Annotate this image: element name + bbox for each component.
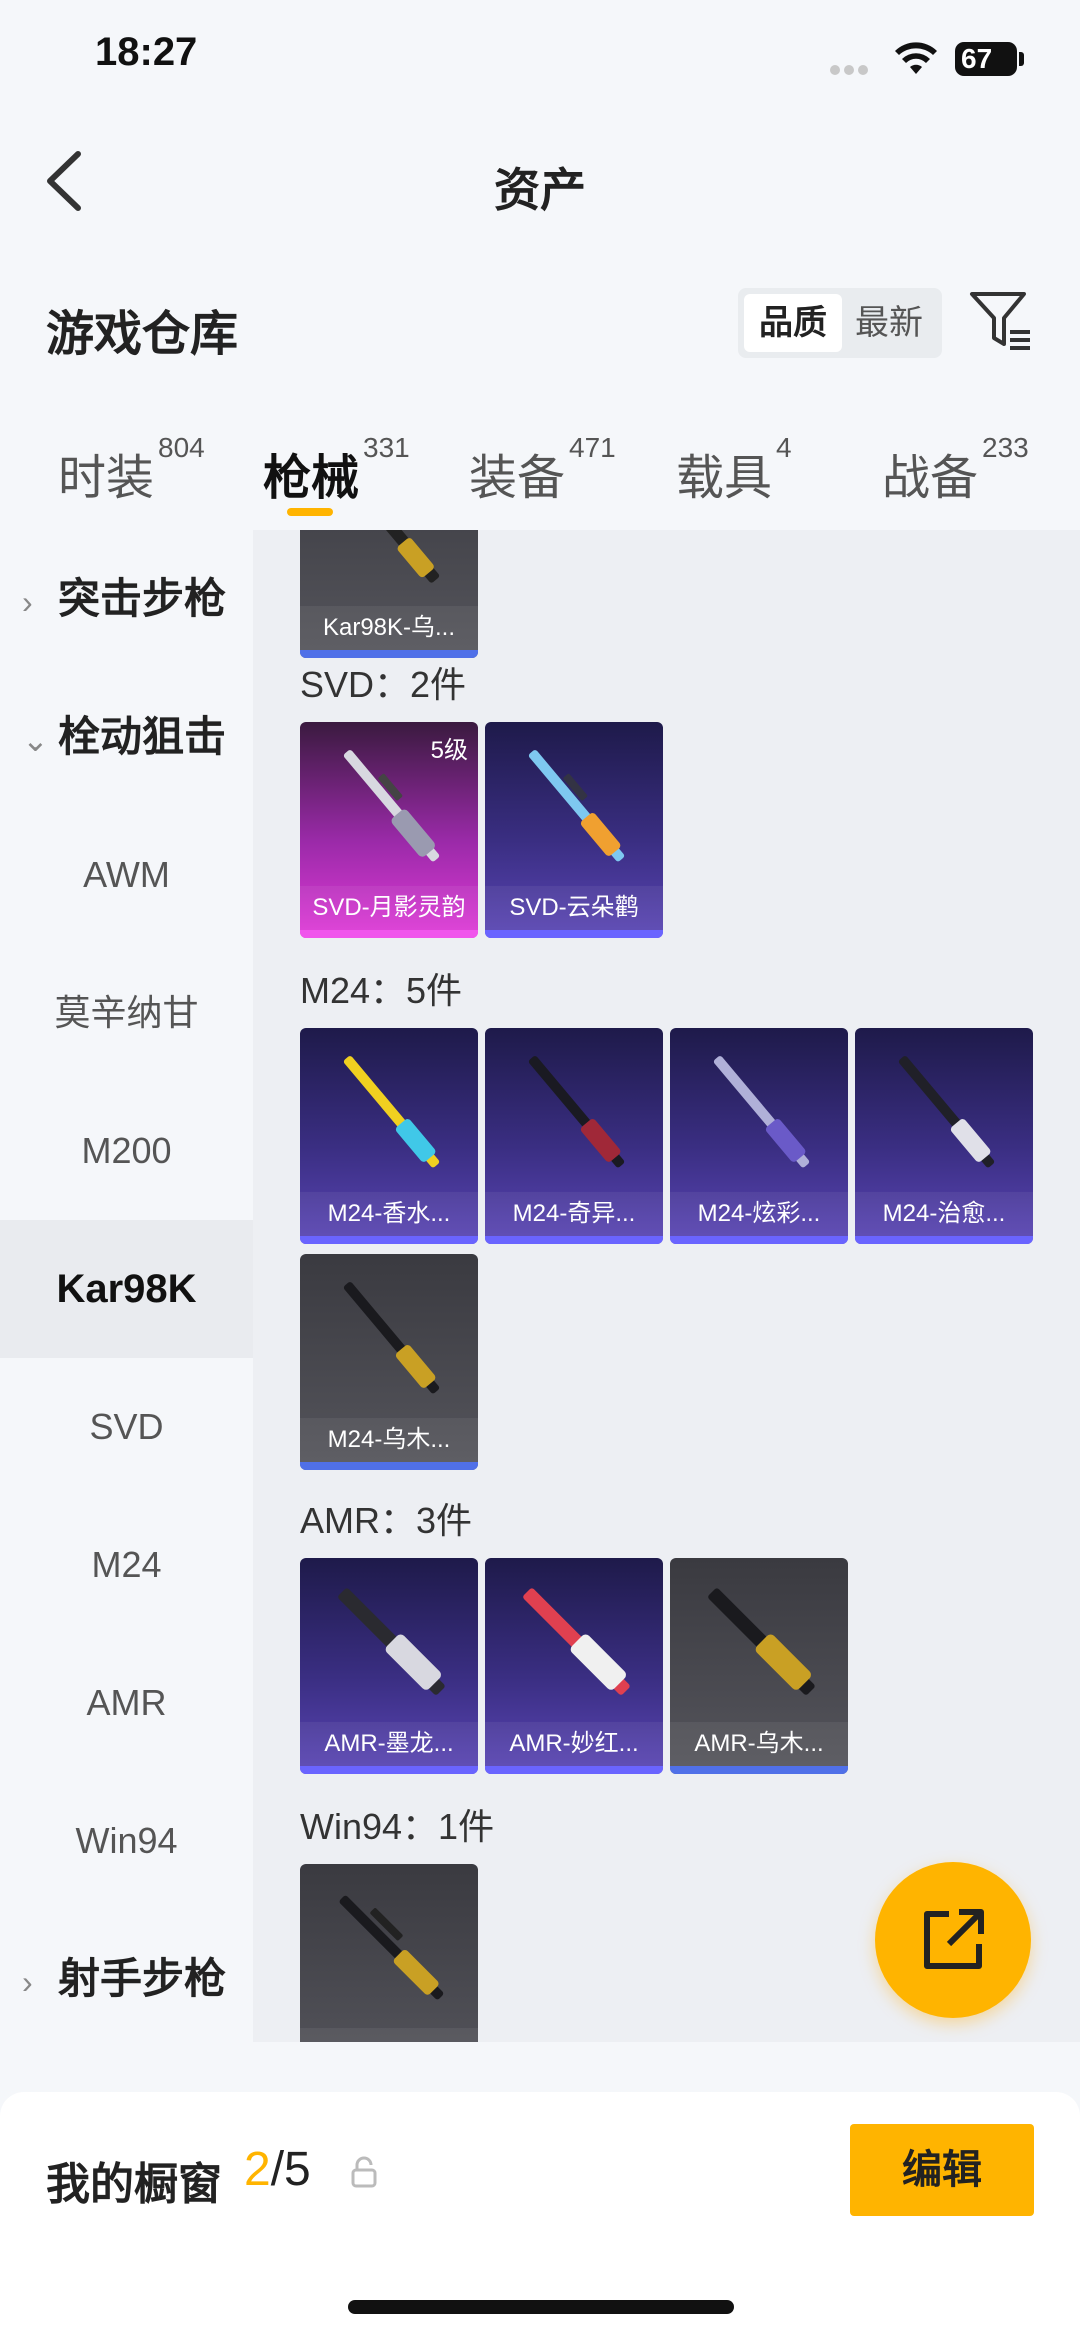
weapon-card[interactable] (300, 1864, 478, 2042)
weapon-card[interactable]: Kar98K-乌... (300, 530, 478, 658)
sidebar-item-awm[interactable]: AWM (0, 806, 253, 944)
rifle-icon (342, 530, 440, 583)
sidebar-item-m200[interactable]: M200 (0, 1082, 253, 1220)
section-title-m24: M24：5件 (300, 970, 463, 1011)
sidebar-group-assault-rifle[interactable]: › 突击步枪 (0, 530, 253, 668)
sidebar-item-win94[interactable]: Win94 (0, 1772, 253, 1910)
battery-icon: 67 (955, 42, 1017, 76)
weapon-card[interactable]: AMR-乌木... (670, 1558, 848, 1774)
category-tabs: 时装804 枪械331 装备471 载具4 战备233 (0, 420, 1080, 530)
tab-vehicles[interactable]: 载具4 (676, 432, 792, 508)
sidebar-item-amr[interactable]: AMR (0, 1634, 253, 1772)
chevron-right-icon: › (22, 584, 33, 620)
sidebar-item-svd[interactable]: SVD (0, 1358, 253, 1496)
rifle-icon (708, 1588, 815, 1695)
section-title-svd: SVD：2件 (300, 664, 467, 705)
lock-icon[interactable] (350, 2156, 378, 2188)
sidebar-item-mosin[interactable]: 莫辛纳甘 (0, 944, 253, 1082)
signal-icon (830, 62, 872, 80)
tab-firearms[interactable]: 枪械331 (263, 432, 410, 508)
rifle-icon (343, 750, 440, 862)
weapon-card[interactable]: AMR-墨龙... (300, 1558, 478, 1774)
active-tab-indicator (287, 508, 333, 516)
share-export-icon (924, 1909, 984, 1969)
page-title: 资产 (494, 164, 586, 216)
sort-latest-button[interactable]: 最新 (840, 294, 938, 352)
section-title-win94: Win94：1件 (300, 1806, 495, 1847)
rifle-icon (528, 1056, 625, 1168)
showcase-count: 2/5 (244, 2143, 311, 2196)
home-indicator (348, 2300, 734, 2314)
rifle-icon (343, 1056, 440, 1168)
sidebar-group-bolt-sniper[interactable]: ⌄ 栓动狙击 (0, 668, 253, 806)
sidebar-item-kar98k[interactable]: Kar98K (0, 1220, 253, 1358)
rifle-icon (338, 1588, 445, 1695)
tab-supplies[interactable]: 战备233 (882, 432, 1029, 508)
rifle-icon (343, 1282, 440, 1394)
sort-quality-button[interactable]: 品质 (744, 294, 842, 352)
tab-fashion[interactable]: 时装804 (58, 432, 205, 508)
nav-bar: 资产 (0, 120, 1080, 240)
sidebar-item-m24[interactable]: M24 (0, 1496, 253, 1634)
wifi-icon (895, 42, 937, 74)
chevron-right-icon: › (22, 1964, 33, 2000)
status-time: 18:27 (95, 30, 198, 74)
sidebar-group-marksman-rifle[interactable]: › 射手步枪 (0, 1910, 253, 2042)
weapon-card[interactable]: M24-乌木... (300, 1254, 478, 1470)
section-title-amr: AMR：3件 (300, 1500, 473, 1541)
rifle-icon (523, 1588, 630, 1695)
weapon-card[interactable]: M24-治愈... (855, 1028, 1033, 1244)
status-bar: 18:27 67 (0, 0, 1080, 120)
edit-button[interactable]: 编辑 (850, 2124, 1034, 2216)
chevron-down-icon: ⌄ (22, 722, 49, 758)
weapon-card[interactable]: M24-香水... (300, 1028, 478, 1244)
showcase-label: 我的橱窗 (46, 2160, 222, 2209)
weapon-type-sidebar: › 突击步枪 ⌄ 栓动狙击 AWM 莫辛纳甘 M200 Kar98K SVD M24… (0, 530, 253, 2042)
rifle-icon (713, 1056, 810, 1168)
rifle-icon (528, 750, 625, 862)
share-button[interactable] (875, 1862, 1031, 2018)
rifle-icon (898, 1056, 995, 1168)
weapon-card[interactable]: SVD-云朵鹳 (485, 722, 663, 938)
tab-equipment[interactable]: 装备471 (469, 432, 616, 508)
weapon-card[interactable]: M24-奇异... (485, 1028, 663, 1244)
weapon-grid: Kar98K-乌... SVD：2件 5级 SVD-月影灵韵 SVD-云朵鹳 M… (253, 530, 1080, 2042)
weapon-card[interactable]: 5级 SVD-月影灵韵 (300, 722, 478, 938)
weapon-card[interactable]: M24-炫彩... (670, 1028, 848, 1244)
filter-icon[interactable] (968, 288, 1034, 354)
rifle-icon (339, 1895, 444, 2000)
sort-toggle: 品质 最新 (738, 288, 942, 358)
weapon-card[interactable]: AMR-妙红... (485, 1558, 663, 1774)
warehouse-title: 游戏仓库 (46, 308, 239, 361)
